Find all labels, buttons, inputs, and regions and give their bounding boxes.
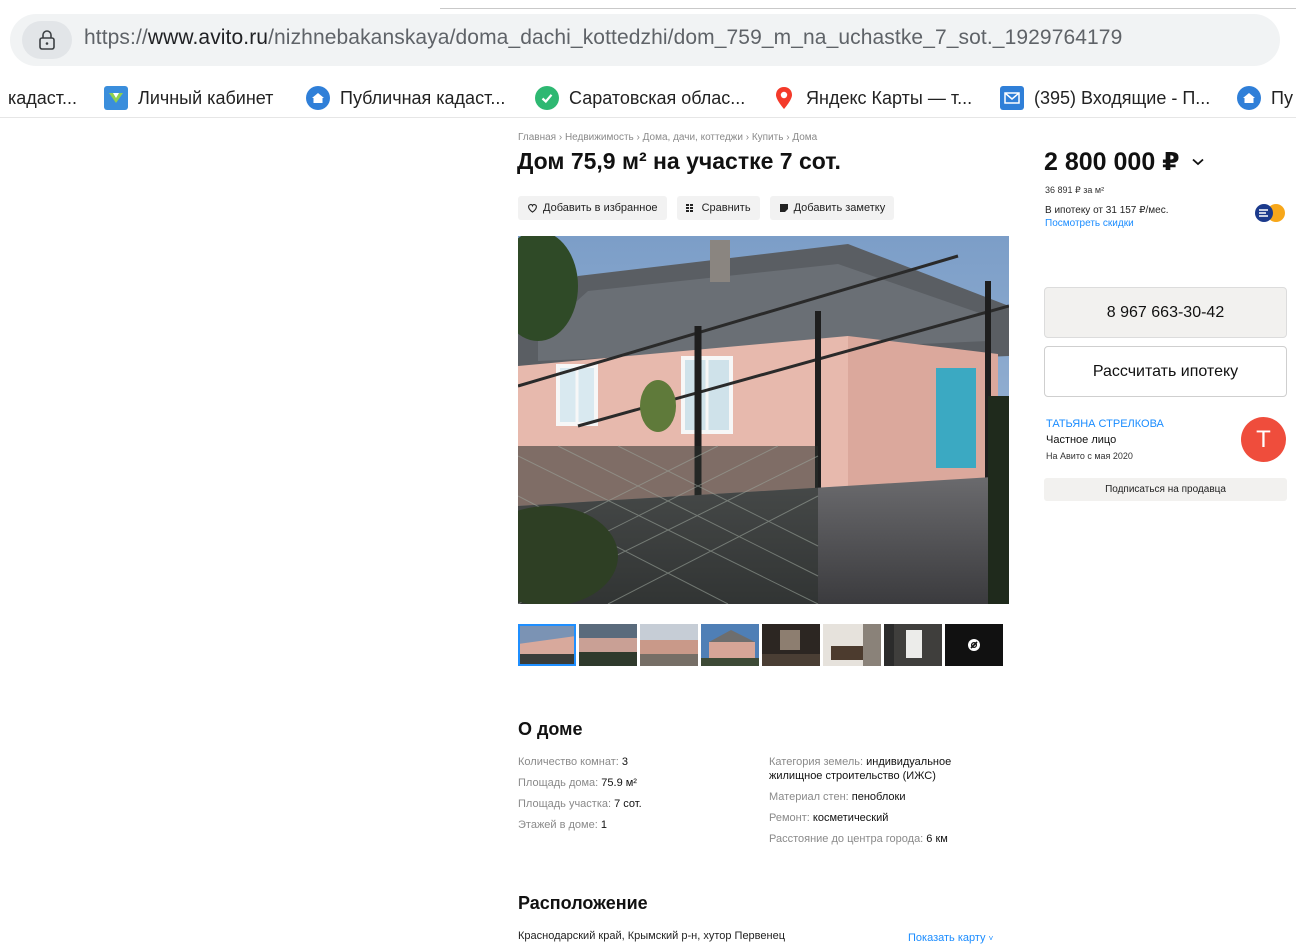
bookmark-public-kadastr[interactable]: Публичная кадаст... bbox=[306, 78, 505, 118]
compare-icon bbox=[685, 204, 693, 212]
about-params-right: Категория земель: индивидуальное жилищно… bbox=[769, 755, 999, 853]
about-heading: О доме bbox=[518, 719, 583, 739]
bookmark-label: Яндекс Карты — т... bbox=[806, 87, 973, 108]
price[interactable]: 2 800 000 ₽ bbox=[1044, 147, 1204, 177]
avatar[interactable]: Т bbox=[1241, 417, 1286, 462]
param-label: Категория земель: bbox=[769, 756, 867, 768]
heart-icon bbox=[528, 203, 537, 213]
house-icon bbox=[306, 86, 330, 110]
discounts-link[interactable]: Посмотреть скидки bbox=[1045, 218, 1134, 229]
bookmark-label: (395) Входящие - П... bbox=[1034, 87, 1211, 108]
show-map-label: Показать карту bbox=[908, 932, 986, 944]
param-distance: Расстояние до центра города: 6 км bbox=[769, 832, 999, 846]
param-value: 3 bbox=[621, 756, 628, 768]
chevron-down-icon bbox=[1191, 158, 1204, 166]
gosuslugi-icon bbox=[104, 86, 128, 110]
bookmark-mail[interactable]: (395) Входящие - П... bbox=[1000, 78, 1210, 118]
window-edge bbox=[440, 8, 1296, 9]
lock-icon bbox=[39, 30, 55, 50]
house-icon bbox=[1237, 86, 1261, 110]
bookmarks-bar: кадаст... Личный кабинет Публичная кадас… bbox=[0, 78, 1296, 118]
bookmark-label: Пу bbox=[1271, 87, 1293, 108]
show-phone-button[interactable]: 8 967 663-30-42 bbox=[1044, 287, 1287, 338]
param-rooms: Количество комнат: 3 bbox=[518, 755, 748, 769]
favorite-label: Добавить в избранное bbox=[543, 202, 658, 214]
param-value: 1 bbox=[600, 819, 607, 831]
param-label: Площадь участка: bbox=[518, 798, 615, 810]
param-land-category: Категория земель: индивидуальное жилищно… bbox=[769, 755, 999, 783]
bookmark-label: Личный кабинет bbox=[138, 87, 274, 108]
map-pin-icon bbox=[772, 86, 796, 110]
location-address: Краснодарский край, Крымский р-н, хутор … bbox=[518, 930, 786, 942]
house-photo-image bbox=[518, 236, 1009, 604]
show-map-link[interactable]: Показать карту ˅ bbox=[908, 932, 993, 944]
url-scheme: https:// bbox=[84, 26, 148, 49]
bookmark-yandex-maps[interactable]: Яндекс Карты — т... bbox=[772, 78, 972, 118]
bookmark-label: Публичная кадаст... bbox=[340, 87, 506, 108]
param-wall-material: Материал стен: пеноблоки bbox=[769, 790, 999, 804]
bookmark-kadastr[interactable]: кадаст... bbox=[8, 78, 77, 118]
thumbnail-strip bbox=[518, 624, 1003, 666]
site-info-button[interactable] bbox=[22, 21, 72, 59]
bank-partners-icon bbox=[1255, 204, 1285, 222]
param-value: 7 сот. bbox=[614, 798, 642, 810]
about-params-left: Количество комнат: 3 Площадь дома: 75.9 … bbox=[518, 755, 748, 839]
param-label: Этажей в доме: bbox=[518, 819, 601, 831]
seller-name-link[interactable]: ТАТЬЯНА СТРЕЛКОВА bbox=[1046, 418, 1164, 430]
thumbnail-3[interactable] bbox=[640, 624, 698, 666]
url-host: www.avito.ru bbox=[147, 26, 269, 49]
param-label: Ремонт: bbox=[769, 812, 813, 824]
url-text[interactable]: https://www.avito.ru/nizhnebakanskaya/do… bbox=[84, 26, 1122, 50]
bookmark-label: кадаст... bbox=[8, 87, 78, 108]
url-path: /nizhnebakanskaya/doma_dachi_kottedzhi/d… bbox=[268, 26, 1123, 49]
param-value: 6 км bbox=[926, 833, 948, 845]
mail-icon bbox=[1000, 86, 1024, 110]
price-per-m2: 36 891 ₽ за м² bbox=[1045, 185, 1105, 195]
param-house-area: Площадь дома: 75.9 м² bbox=[518, 776, 748, 790]
param-value: пеноблоки bbox=[851, 791, 906, 803]
thumbnail-7[interactable] bbox=[884, 624, 942, 666]
param-value: косметический bbox=[812, 812, 889, 824]
price-value: 2 800 000 ₽ bbox=[1044, 148, 1180, 176]
note-label: Добавить заметку bbox=[793, 202, 886, 214]
param-floors: Этажей в доме: 1 bbox=[518, 818, 748, 832]
chevron-down-icon: ˅ bbox=[988, 934, 994, 943]
thumbnail-6[interactable] bbox=[823, 624, 881, 666]
compare-button[interactable]: Сравнить bbox=[676, 196, 760, 220]
seller-type: Частное лицо bbox=[1046, 434, 1117, 446]
thumbnail-4[interactable] bbox=[701, 624, 759, 666]
param-label: Материал стен: bbox=[769, 791, 852, 803]
browser-toolbar: https://www.avito.ru/nizhnebakanskaya/do… bbox=[0, 0, 1296, 78]
check-icon bbox=[535, 86, 559, 110]
param-label: Количество комнат: bbox=[518, 756, 622, 768]
breadcrumb[interactable]: Главная › Недвижимость › Дома, дачи, кот… bbox=[518, 132, 817, 143]
thumbnail-2[interactable] bbox=[579, 624, 637, 666]
param-label: Расстояние до центра города: bbox=[769, 833, 927, 845]
bookmark-saratov[interactable]: Саратовская облас... bbox=[535, 78, 745, 118]
bookmark-lichny-kabinet[interactable]: Личный кабинет bbox=[104, 78, 273, 118]
param-label: Площадь дома: bbox=[518, 777, 602, 789]
compare-label: Сравнить bbox=[701, 202, 751, 214]
seller-since: На Авито с мая 2020 bbox=[1046, 451, 1133, 461]
note-icon bbox=[779, 204, 788, 212]
camera-more-icon bbox=[968, 639, 980, 651]
bookmark-label: Саратовская облас... bbox=[569, 87, 746, 108]
param-plot-area: Площадь участка: 7 сот. bbox=[518, 797, 748, 811]
param-renovation: Ремонт: косметический bbox=[769, 811, 999, 825]
listing-actions: Добавить в избранное Сравнить Добавить з… bbox=[518, 196, 895, 220]
page-title: Дом 75,9 м² на участке 7 сот. bbox=[517, 148, 841, 174]
main-photo[interactable] bbox=[518, 236, 1009, 604]
subscribe-to-seller-button[interactable]: Подписаться на продавца bbox=[1044, 478, 1287, 501]
bookmark-public-2[interactable]: Пу bbox=[1237, 78, 1293, 118]
more-photos-button[interactable] bbox=[945, 624, 1003, 666]
add-note-button[interactable]: Добавить заметку bbox=[769, 196, 895, 220]
thumbnail-1[interactable] bbox=[518, 624, 576, 666]
location-heading: Расположение bbox=[518, 893, 648, 913]
calculate-mortgage-button[interactable]: Рассчитать ипотеку bbox=[1044, 346, 1287, 397]
param-value: 75.9 м² bbox=[601, 777, 637, 789]
thumbnail-5[interactable] bbox=[762, 624, 820, 666]
add-to-favorites-button[interactable]: Добавить в избранное bbox=[518, 196, 667, 220]
mortgage-from: В ипотеку от 31 157 ₽/мес. bbox=[1045, 205, 1169, 216]
